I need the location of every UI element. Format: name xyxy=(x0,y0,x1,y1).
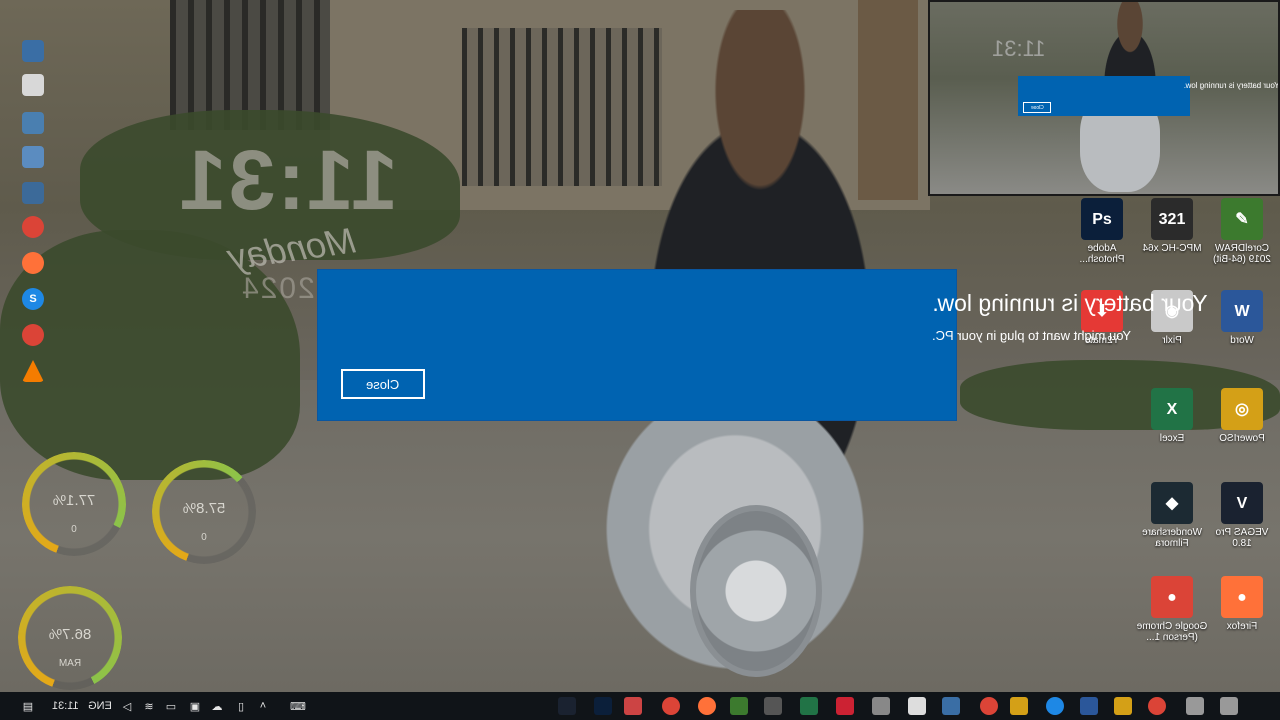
system-gauge-readout: 57.8% 0 xyxy=(152,460,256,564)
excel-icon[interactable] xyxy=(800,697,818,715)
system-gauge-readout: 77.1% 0 xyxy=(22,452,126,556)
l-icon[interactable] xyxy=(1080,697,1098,715)
chrome-icon[interactable] xyxy=(980,697,998,715)
tray-icon[interactable]: ▯ xyxy=(232,696,250,716)
skype-icon[interactable]: S xyxy=(22,288,44,310)
desktop-icon-poweriso[interactable]: ◎ PowerISO xyxy=(1206,388,1278,444)
gauge-value: 86.7% xyxy=(48,626,92,643)
chrome-icon[interactable] xyxy=(1148,697,1166,715)
battery-low-dialog: Your battery is running low. You might w… xyxy=(318,270,1207,420)
media-icon[interactable] xyxy=(908,697,926,715)
desktop-small-icon[interactable] xyxy=(22,40,44,62)
app-icon[interactable] xyxy=(624,697,642,715)
screen-preview-thumbnail: 11:31 Your battery is running low. Close xyxy=(928,0,1280,196)
poweriso-icon: ◎ xyxy=(1221,388,1263,430)
chrome-icon[interactable] xyxy=(22,324,44,346)
chrome-icon[interactable] xyxy=(22,216,44,238)
desktop-icon-word[interactable]: W Word xyxy=(1206,290,1278,346)
chrome-icon: ● xyxy=(1151,576,1193,618)
coreldraw-icon: ✎ xyxy=(1221,198,1263,240)
tray-icon[interactable]: ▣ xyxy=(186,696,204,716)
desktop-icon-vegas[interactable]: V VEGAS Pro 18.0 xyxy=(1206,482,1278,549)
desktop-small-icon[interactable] xyxy=(22,74,44,96)
desktop-small-icon[interactable] xyxy=(22,112,44,134)
close-button[interactable]: Close xyxy=(341,369,425,399)
chevron-up-icon[interactable]: ˄ xyxy=(254,696,272,716)
desktop-icon-label: VEGAS Pro 18.0 xyxy=(1215,527,1269,549)
desktop-icon-coreldraw[interactable]: ✎ CorelDRAW 2019 (64-Bit) xyxy=(1206,198,1278,265)
volume-icon[interactable]: ◁ xyxy=(118,696,136,716)
desktop-icon-firefox[interactable]: ● Firefox xyxy=(1206,576,1278,632)
notification-center-icon[interactable]: ▤ xyxy=(18,696,38,716)
desktop-icon-photoshop[interactable]: Ps Adobe Photosh... xyxy=(1066,198,1138,265)
desktop-icon-label: CorelDRAW 2019 (64-Bit) xyxy=(1213,243,1271,265)
desktop-icon-label: MPC-HC x64 xyxy=(1142,243,1202,254)
edge-icon[interactable] xyxy=(1046,697,1064,715)
firefox-icon[interactable] xyxy=(698,697,716,715)
search-icon[interactable] xyxy=(1220,697,1238,715)
desktop-small-icon[interactable] xyxy=(22,146,44,168)
vegas-icon: V xyxy=(1221,482,1263,524)
gauge-value: 57.8% xyxy=(182,500,226,517)
preview-clock: 11:31 xyxy=(992,36,1046,61)
close-button-label: Close xyxy=(366,376,400,392)
desktop-icon-label: Firefox xyxy=(1226,621,1258,632)
folder-icon[interactable] xyxy=(942,697,960,715)
desktop-small-icon[interactable] xyxy=(22,182,44,204)
gauge-label: RAM xyxy=(58,658,82,669)
firefox-icon[interactable] xyxy=(22,252,44,274)
wifi-icon[interactable]: ≋ xyxy=(140,696,158,716)
preview-dialog-title: Your battery is running low. xyxy=(1184,81,1280,90)
desktop-icon-label: Pixlr xyxy=(1162,335,1182,346)
taskbar-clock[interactable]: 11:31 xyxy=(50,696,80,716)
dialog-message: You might want to plug in your PC. xyxy=(932,328,1131,343)
desktop-icon-filmora[interactable]: ◆ Wondershare Filmora xyxy=(1136,482,1208,549)
desktop-icon-excel[interactable]: X Excel xyxy=(1136,388,1208,444)
desktop-icon-label: Wondershare Filmora xyxy=(1142,527,1202,549)
excel-icon: X xyxy=(1151,388,1193,430)
desktop-icon-chrome[interactable]: ● Google Chrome (Person 1... xyxy=(1136,576,1208,643)
keyboard-icon[interactable]: ⌨ xyxy=(286,696,310,716)
firefox-icon: ● xyxy=(1221,576,1263,618)
gauge-label: 0 xyxy=(201,532,207,543)
system-gauge-readout: 86.7% RAM xyxy=(18,586,122,690)
desktop-icon-label: Excel xyxy=(1159,433,1185,444)
wallpaper-headlight xyxy=(690,505,822,677)
filmora-icon: ◆ xyxy=(1151,482,1193,524)
battery-icon[interactable]: ▭ xyxy=(162,696,180,716)
desktop-icon-label: Word xyxy=(1230,335,1254,346)
mpc-hc-icon: 321 xyxy=(1151,198,1193,240)
chrome-icon[interactable] xyxy=(662,697,680,715)
files-icon[interactable] xyxy=(1010,697,1028,715)
photoshop-icon: Ps xyxy=(1081,198,1123,240)
language-indicator[interactable]: ENG xyxy=(86,696,114,716)
photos-icon[interactable] xyxy=(730,697,748,715)
desktop-icon-label: Adobe Photosh... xyxy=(1079,243,1125,265)
desktop-icon-label: Google Chrome (Person 1... xyxy=(1136,621,1208,643)
explorer-icon[interactable] xyxy=(1114,697,1132,715)
settings-icon[interactable] xyxy=(764,697,782,715)
dialog-title: Your battery is running low. xyxy=(932,290,1208,316)
word-icon: W xyxy=(1221,290,1263,332)
taskview-icon[interactable] xyxy=(1186,697,1204,715)
preview-dialog: Your battery is running low. Close xyxy=(1018,76,1278,116)
desktop-icon-mpc-hc[interactable]: 321 MPC-HC x64 xyxy=(1136,198,1208,254)
clock-widget-time: 11:31 xyxy=(177,133,398,227)
vegas-icon[interactable] xyxy=(558,697,576,715)
app-icon[interactable] xyxy=(872,697,890,715)
app-icon[interactable] xyxy=(836,697,854,715)
photoshop-icon[interactable] xyxy=(594,697,612,715)
preview-close-button: Close xyxy=(1023,102,1051,113)
gauge-value: 77.1% xyxy=(52,492,96,509)
onedrive-icon[interactable]: ☁ xyxy=(208,696,226,716)
desktop-icon-label: PowerISO xyxy=(1219,433,1265,444)
gauge-label: 0 xyxy=(71,524,77,535)
taskbar: ▤ 11:31 ENG ◁ ≋ ▭ ▣ ☁ ▯ ˄ ⌨ xyxy=(0,692,1280,720)
